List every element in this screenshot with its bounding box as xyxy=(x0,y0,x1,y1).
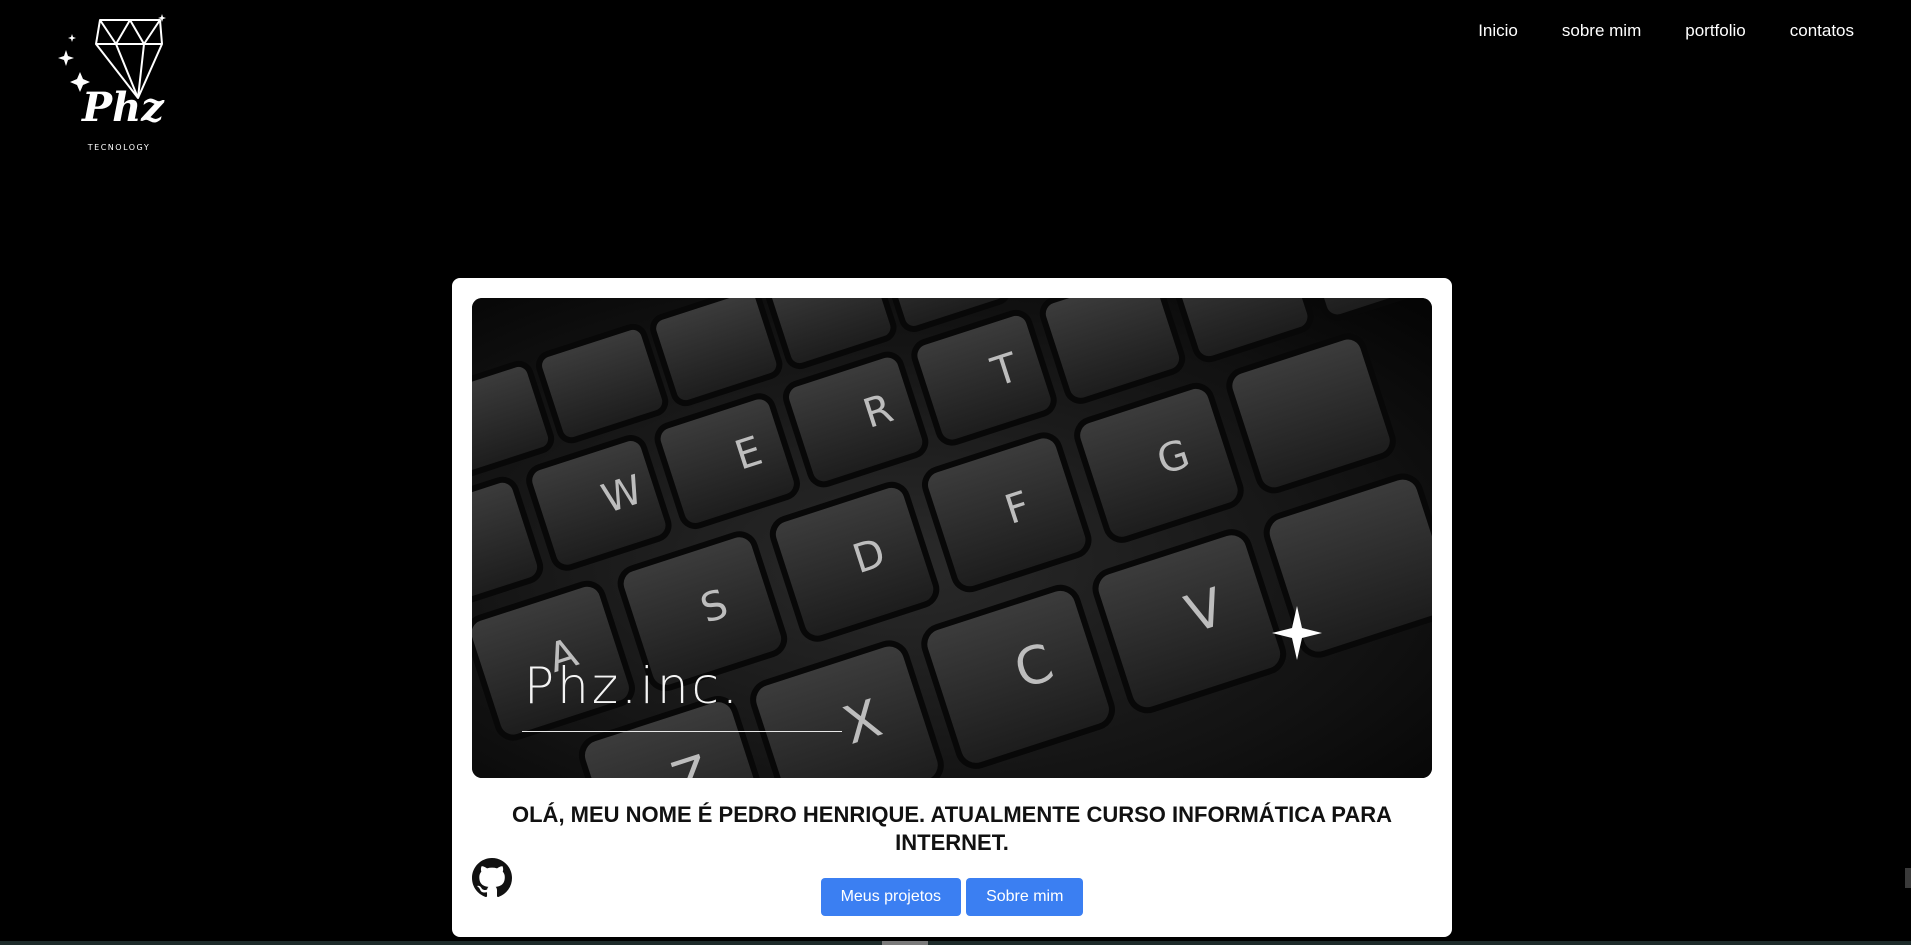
action-buttons: Meus projetos Sobre mim xyxy=(452,878,1452,916)
scrollbar-thumb[interactable] xyxy=(1905,868,1911,888)
about-button[interactable]: Sobre mim xyxy=(966,878,1084,916)
projects-button[interactable]: Meus projetos xyxy=(820,878,962,916)
hero-image: W E R T A S D F G Z X C V Phz.inc. xyxy=(472,298,1432,778)
main-nav: Inicio sobre mim portfolio contatos xyxy=(1434,21,1854,41)
intro-headline: OLÁ, MEU NOME É PEDRO HENRIQUE. ATUALMEN… xyxy=(512,802,1392,855)
hero-title: Phz.inc. xyxy=(524,657,741,715)
intro-card: W E R T A S D F G Z X C V Phz.inc. xyxy=(452,278,1452,937)
nav-item-contatos[interactable]: contatos xyxy=(1790,21,1854,41)
bottom-strip xyxy=(0,941,1911,945)
nav-item-inicio[interactable]: Inicio xyxy=(1478,21,1518,41)
brand-logo[interactable]: Phz TECNOLOGY xyxy=(58,10,178,160)
hero-title-underline xyxy=(522,731,842,732)
nav-item-portfolio[interactable]: portfolio xyxy=(1685,21,1745,41)
logo-subtitle: TECNOLOGY xyxy=(87,143,151,152)
horizontal-scroll-thumb[interactable] xyxy=(882,941,928,945)
scrollbar[interactable] xyxy=(1905,0,1911,945)
logo-script-text: Phz xyxy=(82,84,164,131)
page: Phz TECNOLOGY Inicio sobre mim portfolio… xyxy=(0,0,1911,945)
nav-item-sobre-mim[interactable]: sobre mim xyxy=(1562,21,1641,41)
